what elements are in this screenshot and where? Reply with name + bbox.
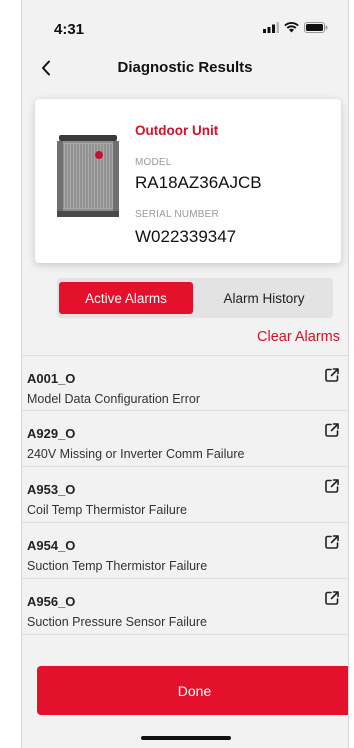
nav-bar: Diagnostic Results [22, 52, 348, 84]
wifi-icon [284, 22, 299, 33]
app-screen: 4:31 Diagnostic Results Outdoor Unit MOD… [21, 0, 349, 748]
external-link-icon[interactable] [324, 367, 340, 383]
alarm-description: Suction Pressure Sensor Failure [27, 615, 207, 629]
clear-alarms-link[interactable]: Clear Alarms [257, 329, 340, 345]
serial-label: SERIAL NUMBER [135, 209, 219, 220]
status-time: 4:31 [54, 21, 85, 38]
alarm-item[interactable]: A956_O Suction Pressure Sensor Failure [22, 579, 348, 635]
alarm-description: Suction Temp Thermistor Failure [27, 559, 208, 573]
page-title: Diagnostic Results [117, 59, 253, 76]
tab-active-alarms[interactable]: Active Alarms [59, 282, 193, 314]
tab-alarm-history[interactable]: Alarm History [197, 282, 331, 314]
alarm-description: 240V Missing or Inverter Comm Failure [27, 447, 245, 461]
outdoor-unit-image [57, 135, 119, 217]
alarm-code: A929_O [27, 426, 76, 441]
alarm-item[interactable]: A001_O Model Data Configuration Error [22, 355, 348, 411]
alarm-item[interactable]: A929_O 240V Missing or Inverter Comm Fai… [22, 411, 348, 467]
alarm-code: A956_O [27, 594, 76, 609]
external-link-icon[interactable] [324, 422, 340, 438]
signal-icon [263, 22, 279, 33]
external-link-icon[interactable] [324, 478, 340, 494]
alarm-item[interactable]: A953_O Coil Temp Thermistor Failure [22, 467, 348, 523]
status-icons [263, 22, 328, 33]
alarm-item[interactable]: A954_O Suction Temp Thermistor Failure [22, 523, 348, 579]
alarm-description: Model Data Configuration Error [27, 392, 200, 406]
alarm-code: A954_O [27, 538, 76, 553]
home-indicator[interactable] [141, 736, 231, 740]
alarm-code: A953_O [27, 482, 76, 497]
unit-card: Outdoor Unit MODEL RA18AZ36AJCB SERIAL N… [35, 99, 341, 263]
status-bar: 4:31 [22, 0, 348, 48]
serial-value: W022339347 [135, 227, 237, 246]
unit-name: Outdoor Unit [135, 123, 219, 138]
model-value: RA18AZ36AJCB [135, 173, 262, 192]
external-link-icon[interactable] [324, 590, 340, 606]
alarm-code: A001_O [27, 371, 76, 386]
alarm-tabs: Active Alarms Alarm History [57, 278, 333, 318]
done-button[interactable]: Done [37, 666, 348, 715]
model-label: MODEL [135, 157, 172, 168]
external-link-icon[interactable] [324, 534, 340, 550]
alarm-list: A001_O Model Data Configuration Error A9… [22, 355, 348, 635]
alarm-description: Coil Temp Thermistor Failure [27, 503, 188, 517]
battery-icon [304, 22, 328, 33]
